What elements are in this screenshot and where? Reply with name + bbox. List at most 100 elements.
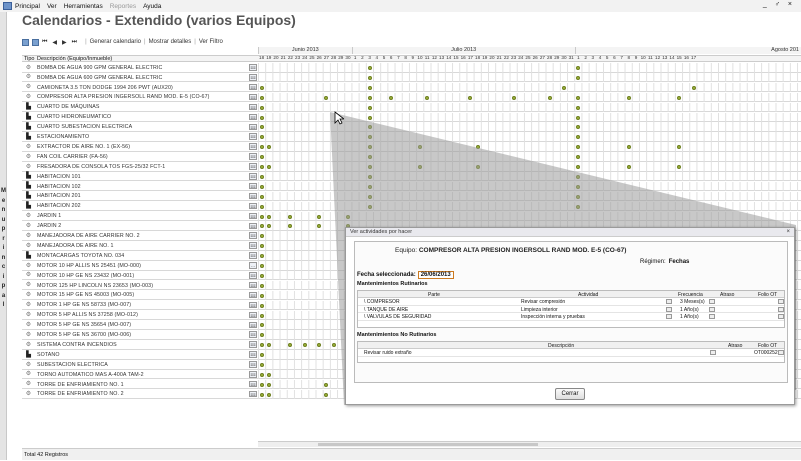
row-calendar-cells[interactable] bbox=[258, 142, 801, 152]
frequency-details-button[interactable] bbox=[709, 306, 715, 312]
row-details-button[interactable]: ≡≡ bbox=[249, 380, 257, 388]
nonroutine-details-button[interactable] bbox=[710, 350, 716, 356]
maintenance-dot[interactable] bbox=[266, 382, 271, 387]
maintenance-dot[interactable] bbox=[317, 343, 322, 348]
menu-ayuda[interactable]: Ayuda bbox=[143, 3, 161, 10]
maintenance-dot[interactable] bbox=[626, 145, 631, 150]
maintenance-dot[interactable] bbox=[677, 95, 682, 100]
row-details-button[interactable]: ≡≡ bbox=[249, 291, 257, 299]
maintenance-dot[interactable] bbox=[266, 165, 271, 169]
table-row[interactable]: ⚙ FAN COIL CARRIER (FA-56) ≡≡ bbox=[22, 152, 801, 162]
maintenance-dot[interactable] bbox=[367, 204, 372, 209]
row-details-button[interactable]: ≡≡ bbox=[249, 311, 257, 319]
row-details-button[interactable]: ≡≡ bbox=[249, 242, 257, 249]
table-row[interactable]: ▙ CUARTO DE MÁQUINAS ≡≡ bbox=[22, 102, 801, 113]
maintenance-dot[interactable] bbox=[288, 343, 293, 348]
maintenance-dot[interactable] bbox=[576, 135, 581, 140]
maintenance-dot[interactable] bbox=[259, 234, 264, 239]
row-details-button[interactable]: ≡≡ bbox=[249, 113, 257, 121]
maintenance-dot[interactable] bbox=[475, 165, 480, 169]
maintenance-dot[interactable] bbox=[576, 184, 581, 189]
scrollbar-thumb[interactable] bbox=[318, 443, 538, 446]
maintenance-dot[interactable] bbox=[562, 85, 566, 90]
maintenance-dot[interactable] bbox=[576, 105, 581, 110]
maintenance-dot[interactable] bbox=[259, 392, 264, 397]
maintenance-dot[interactable] bbox=[259, 293, 264, 298]
row-details-button[interactable]: ≡≡ bbox=[249, 123, 257, 131]
row-details-button[interactable]: ≡≡ bbox=[249, 371, 257, 378]
maintenance-dot[interactable] bbox=[576, 165, 581, 169]
folio-button[interactable] bbox=[778, 306, 784, 312]
table-row[interactable]: ▙ HABITACION 102 ≡≡ bbox=[22, 181, 801, 192]
maintenance-dot[interactable] bbox=[547, 95, 552, 100]
maintenance-dot[interactable] bbox=[576, 75, 581, 80]
maintenance-dot[interactable] bbox=[576, 174, 581, 179]
folio-button[interactable] bbox=[778, 350, 784, 356]
table-row[interactable]: ▙ HABITACION 201 ≡≡ bbox=[22, 191, 801, 202]
row-details-button[interactable]: ≡≡ bbox=[249, 163, 257, 170]
maintenance-dot[interactable] bbox=[367, 105, 372, 110]
maintenance-dot[interactable] bbox=[367, 184, 372, 189]
maintenance-dot[interactable] bbox=[367, 75, 372, 80]
routine-row[interactable]: \ TANQUE DE AIRE Limpieza interior 1 Año(s… bbox=[358, 306, 784, 313]
activity-details-button[interactable] bbox=[666, 314, 672, 320]
maintenance-dot[interactable] bbox=[367, 194, 372, 199]
nav-last-icon[interactable]: ⏭ bbox=[72, 39, 77, 46]
maintenance-dot[interactable] bbox=[576, 155, 581, 160]
maintenance-dot[interactable] bbox=[367, 174, 372, 179]
show-details-button[interactable]: Mostrar detalles bbox=[149, 39, 192, 45]
maintenance-dot[interactable] bbox=[576, 204, 581, 209]
maintenance-dot[interactable] bbox=[317, 224, 322, 229]
row-calendar-cells[interactable] bbox=[258, 171, 801, 182]
row-details-button[interactable]: ≡≡ bbox=[249, 361, 257, 368]
maintenance-dot[interactable] bbox=[576, 145, 581, 150]
row-details-button[interactable]: ≡≡ bbox=[249, 232, 257, 239]
maintenance-dot[interactable] bbox=[259, 204, 264, 209]
row-details-button[interactable]: ≡≡ bbox=[249, 173, 257, 180]
export-icon[interactable] bbox=[32, 38, 39, 46]
maintenance-dot[interactable] bbox=[266, 224, 271, 229]
table-row[interactable]: ⚙ EXTRACTOR DE AIRE NO. 1 (EX-56) ≡≡ bbox=[22, 142, 801, 152]
row-details-button[interactable]: ≡≡ bbox=[249, 93, 257, 101]
row-calendar-cells[interactable] bbox=[258, 162, 801, 172]
maintenance-dot[interactable] bbox=[259, 194, 264, 199]
maintenance-dot[interactable] bbox=[259, 244, 264, 249]
row-calendar-cells[interactable] bbox=[258, 152, 801, 162]
table-row[interactable]: ⚙ BOMBA DE AGUA 600 GPM GENERAL ELECTRIC ≡… bbox=[22, 72, 801, 83]
maintenance-dot[interactable] bbox=[576, 115, 581, 120]
row-calendar-cells[interactable] bbox=[258, 201, 801, 212]
activity-details-button[interactable] bbox=[666, 299, 672, 305]
window-controls[interactable]: _ ♂ × bbox=[763, 1, 795, 8]
row-details-button[interactable]: ≡≡ bbox=[249, 212, 257, 220]
row-details-button[interactable]: ≡≡ bbox=[249, 281, 257, 289]
maintenance-dot[interactable] bbox=[259, 264, 264, 268]
maintenance-dot[interactable] bbox=[677, 145, 682, 150]
maintenance-dot[interactable] bbox=[367, 135, 372, 140]
maintenance-dot[interactable] bbox=[259, 174, 264, 179]
row-details-button[interactable]: ≡≡ bbox=[249, 301, 257, 309]
menu-reportes[interactable]: Reportes bbox=[110, 3, 136, 10]
row-details-button[interactable]: ≡≡ bbox=[249, 252, 257, 259]
menu-ver[interactable]: Ver bbox=[47, 3, 57, 10]
frequency-details-button[interactable] bbox=[709, 314, 715, 320]
folio-button[interactable] bbox=[778, 314, 784, 320]
row-details-button[interactable]: ≡≡ bbox=[249, 83, 257, 91]
row-details-button[interactable]: ≡≡ bbox=[249, 64, 257, 71]
maintenance-dot[interactable] bbox=[259, 283, 264, 288]
nav-first-icon[interactable]: ⏮ bbox=[42, 39, 47, 46]
maintenance-dot[interactable] bbox=[317, 214, 322, 219]
side-tab-menu[interactable]: Menuprincipal bbox=[0, 12, 7, 460]
row-calendar-cells[interactable] bbox=[258, 92, 801, 103]
generate-calendar-button[interactable]: Generar calendario bbox=[90, 39, 141, 45]
maintenance-dot[interactable] bbox=[259, 224, 264, 229]
nonroutine-row[interactable]: Revisar ruido extraño OT000252 bbox=[358, 349, 784, 357]
maintenance-dot[interactable] bbox=[288, 224, 293, 229]
maintenance-dot[interactable] bbox=[626, 165, 631, 169]
frequency-details-button[interactable] bbox=[709, 299, 715, 305]
nav-prev-icon[interactable]: ◀ bbox=[52, 39, 57, 46]
maintenance-dot[interactable] bbox=[511, 95, 516, 100]
maintenance-dot[interactable] bbox=[389, 95, 394, 100]
maintenance-dot[interactable] bbox=[367, 66, 372, 70]
maintenance-dot[interactable] bbox=[367, 165, 372, 169]
maintenance-dot[interactable] bbox=[259, 184, 264, 189]
